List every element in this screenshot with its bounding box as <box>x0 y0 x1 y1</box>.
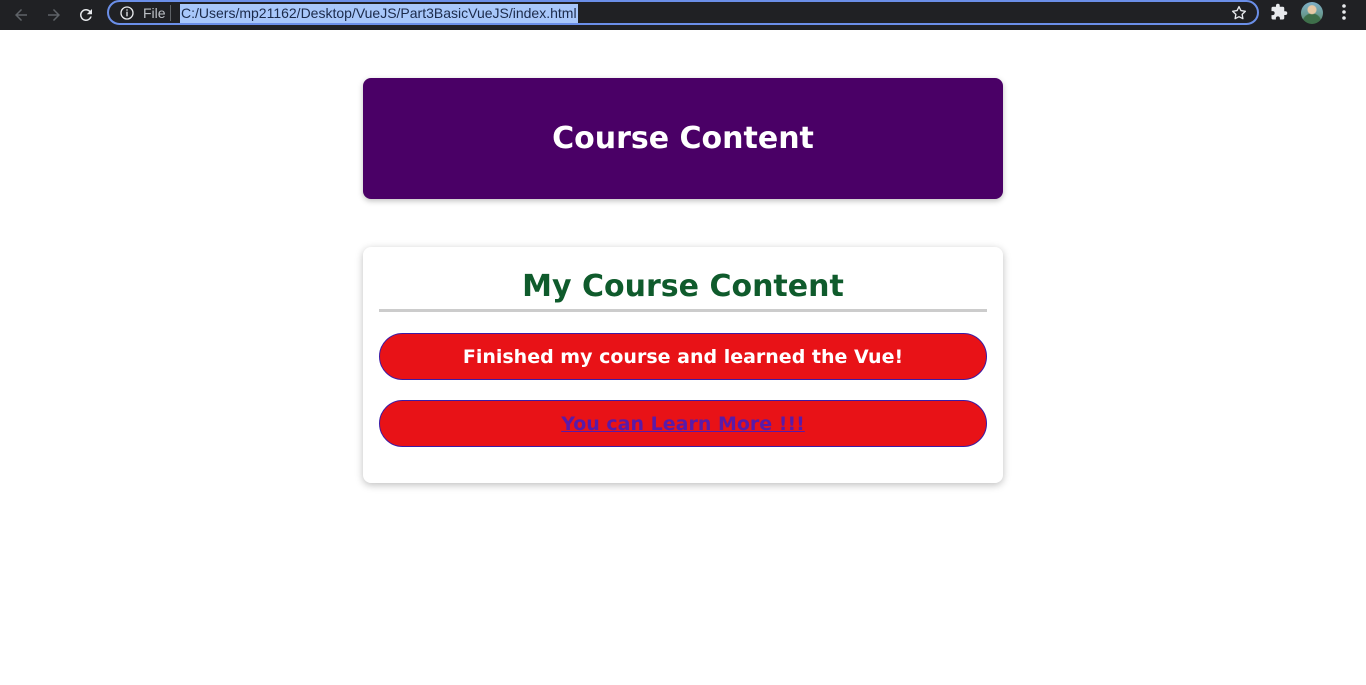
content-title: My Course Content <box>522 269 844 304</box>
back-arrow-icon <box>15 9 27 21</box>
star-icon[interactable] <box>1230 4 1248 22</box>
reload-button[interactable] <box>71 0 101 30</box>
title-divider <box>379 309 987 312</box>
profile-avatar[interactable] <box>1301 2 1323 24</box>
extensions-icon[interactable] <box>1270 3 1288 21</box>
status-message-pill: Finished my course and learned the Vue! <box>379 333 987 380</box>
forward-arrow-icon <box>48 9 60 21</box>
learn-more-link[interactable]: You can Learn More !!! <box>561 413 805 435</box>
menu-icon[interactable] <box>1336 3 1352 21</box>
scheme-label: File <box>143 5 166 21</box>
status-message: Finished my course and learned the Vue! <box>462 345 904 368</box>
header-card: Course Content <box>363 78 1003 199</box>
url-text[interactable]: C:/Users/mp21162/Desktop/VueJS/Part3Basi… <box>180 4 578 23</box>
address-bar[interactable]: File C:/Users/mp21162/Desktop/VueJS/Part… <box>107 0 1259 25</box>
info-icon[interactable] <box>119 5 135 21</box>
page-title: Course Content <box>552 121 814 156</box>
back-button[interactable] <box>6 0 36 30</box>
course-content-card: My Course Content Finished my course and… <box>363 247 1003 483</box>
forward-button[interactable] <box>39 0 69 30</box>
learn-more-pill: You can Learn More !!! <box>379 400 987 447</box>
reload-icon <box>79 8 92 21</box>
omnibox-divider <box>170 5 171 21</box>
browser-toolbar: File C:/Users/mp21162/Desktop/VueJS/Part… <box>0 0 1366 30</box>
